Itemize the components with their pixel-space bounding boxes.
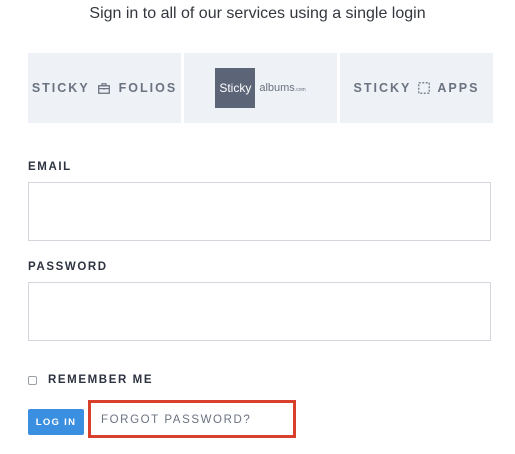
remember-me-row: REMEMBER ME (28, 374, 153, 386)
albums-logo-suffix: .com (294, 87, 306, 93)
service-sticky-albums[interactable]: Sticky albums.com (184, 53, 337, 123)
albums-logo-text: albums.com (259, 82, 305, 94)
service-sticky-folios[interactable]: STICKY FOLIOS (28, 53, 181, 123)
service-name-part1: STICKY (353, 81, 412, 95)
page-subtitle: Sign in to all of our services using a s… (89, 5, 426, 22)
remember-me-label: REMEMBER ME (48, 374, 154, 386)
dashed-square-icon (418, 82, 431, 94)
service-sticky-apps[interactable]: STICKY APPS (340, 53, 493, 123)
service-name-part1: STICKY (31, 81, 90, 95)
sticky-albums-logo: Sticky albums.com (215, 68, 306, 108)
remember-me-checkbox[interactable] (28, 375, 37, 385)
albums-logo-word: albums (259, 82, 295, 94)
service-name-part2: FOLIOS (118, 81, 178, 95)
forgot-password-link[interactable]: FORGOT PASSWORD? (101, 414, 251, 426)
service-selector: STICKY FOLIOS Sticky albums.com STICKY A… (28, 53, 493, 123)
password-field[interactable] (28, 282, 491, 341)
albums-logo-box: Sticky (215, 68, 256, 108)
email-label: EMAIL (28, 161, 72, 173)
log-in-button[interactable]: LOG IN (28, 409, 84, 435)
password-label: PASSWORD (28, 261, 108, 273)
email-field[interactable] (28, 182, 491, 241)
service-name-part2: APPS (437, 81, 480, 95)
briefcase-icon (97, 82, 110, 94)
